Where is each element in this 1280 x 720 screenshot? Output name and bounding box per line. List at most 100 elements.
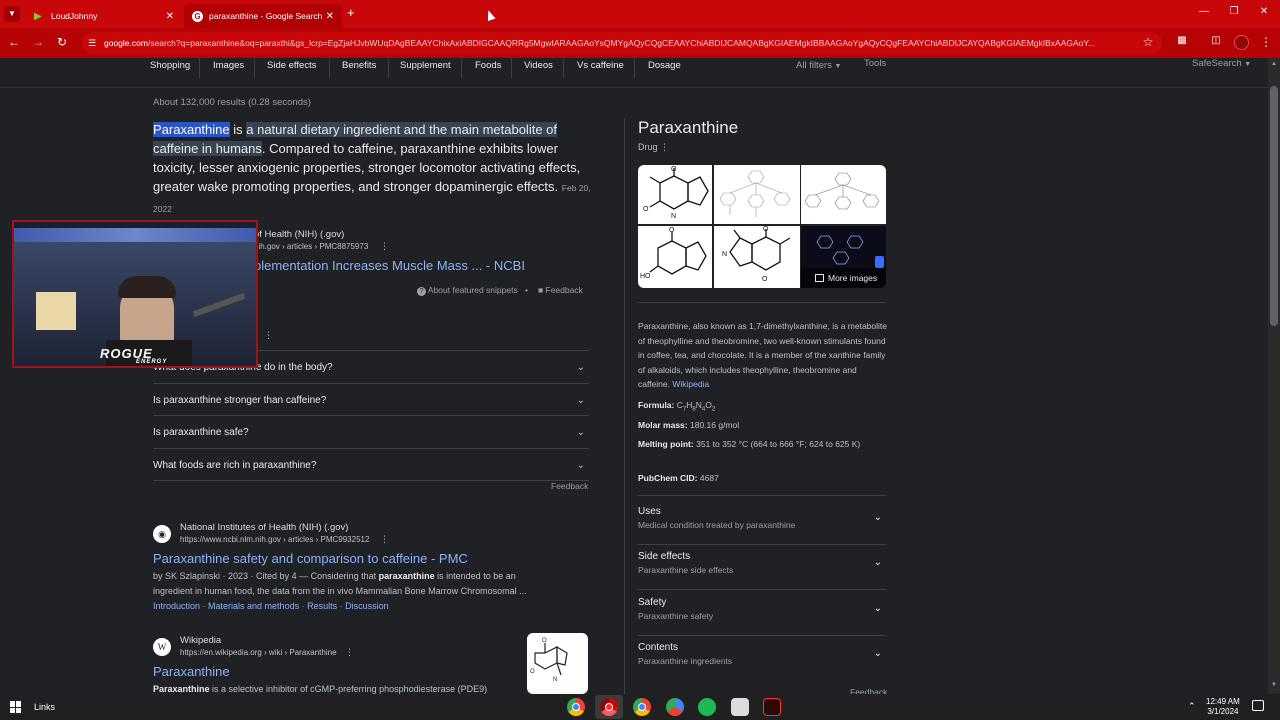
tab-google-search[interactable]: G paraxanthine - Google Search ✕ — [184, 4, 342, 28]
profile-avatar[interactable] — [1234, 35, 1249, 50]
kebab-menu-icon[interactable]: ⋮ — [264, 330, 273, 341]
featured-result-link[interactable]: plementation Increases Muscle Mass ... -… — [254, 258, 525, 273]
accordion-uses[interactable]: Uses Medical condition treated by paraxa… — [638, 500, 886, 545]
kebab-menu-icon[interactable]: ⋮ — [380, 241, 389, 252]
chrome-profile-icon[interactable] — [666, 698, 684, 716]
chip-supplement[interactable]: Supplement — [400, 60, 451, 71]
scroll-up-icon[interactable]: ▲ — [1271, 61, 1277, 67]
accordion-sub: Paraxanthine ingredients — [638, 656, 733, 666]
accordion-sub: Paraxanthine safety — [638, 611, 714, 621]
more-images-overlay[interactable]: More images — [801, 268, 886, 288]
scroll-down-icon[interactable]: ▼ — [1271, 682, 1277, 688]
result-title-link[interactable]: Paraxanthine — [153, 664, 230, 679]
accordion-side-effects[interactable]: Side effects Paraxanthine side effects ⌄ — [638, 545, 886, 590]
svg-text:O: O — [530, 669, 535, 675]
safesearch-button[interactable]: SafeSearch ▼ — [1192, 58, 1251, 69]
divider — [511, 58, 512, 78]
app-icon[interactable] — [731, 698, 749, 716]
kebab-menu-icon[interactable]: ⋮ — [660, 142, 669, 152]
chrome-red-icon[interactable] — [600, 698, 618, 716]
molecule-structure-icon: O O N — [643, 166, 709, 220]
svg-text:O: O — [643, 206, 649, 213]
restore-button[interactable]: ❐ — [1226, 6, 1242, 17]
chip-videos[interactable]: Videos — [524, 60, 553, 71]
image-icon — [815, 274, 824, 282]
play-icon: ▶ — [34, 10, 42, 22]
panel-image-5[interactable]: O O N — [714, 226, 800, 288]
windows-start-icon[interactable] — [10, 701, 22, 713]
scroll-thumb[interactable] — [1270, 86, 1278, 326]
close-icon[interactable]: ✕ — [166, 11, 174, 22]
new-tab-button[interactable]: + — [347, 5, 355, 20]
sitelink-materials[interactable]: Materials and methods — [208, 601, 299, 611]
panel-image-more[interactable]: More images — [801, 226, 886, 288]
panel-image-1[interactable]: O O N — [638, 165, 712, 224]
accordion-contents[interactable]: Contents Paraxanthine ingredients ⌄ — [638, 636, 886, 681]
notification-icon[interactable] — [1252, 700, 1264, 711]
snippet-term: Paraxanthine — [153, 122, 230, 137]
svg-text:N: N — [553, 677, 557, 683]
panel-image-2[interactable] — [714, 165, 800, 224]
chevron-up-icon[interactable]: ⌃ — [1188, 701, 1196, 712]
panel-image-3[interactable] — [801, 165, 886, 224]
accordion-safety[interactable]: Safety Paraxanthine safety ⌄ — [638, 591, 886, 636]
paa-item[interactable]: Is paraxanthine stronger than caffeine? ⌄ — [153, 383, 589, 416]
more-images-label: More images — [828, 273, 878, 283]
taskbar-clock[interactable]: 12:49 AM 3/1/2024 — [1206, 697, 1240, 717]
chrome-icon[interactable] — [633, 698, 651, 716]
paa-item[interactable]: What foods are rich in paraxanthine? ⌄ — [153, 448, 589, 481]
back-arrow-icon[interactable]: ← — [6, 35, 22, 49]
featured-feedback[interactable]: ■ Feedback — [538, 285, 583, 295]
kebab-menu-icon[interactable]: ⋮ — [345, 647, 354, 658]
tab-search-menu-button[interactable]: ▼ — [4, 6, 20, 22]
extensions-icon[interactable]: ▩ — [1174, 35, 1190, 46]
panel-description: Paraxanthine, also known as 1,7-dimethyl… — [638, 319, 888, 392]
sitelink-introduction[interactable]: Introduction — [153, 601, 200, 611]
all-filters-label: All filters — [796, 60, 832, 71]
svg-text:HO: HO — [640, 273, 651, 280]
chip-images[interactable]: Images — [213, 60, 244, 71]
sitelink-discussion[interactable]: Discussion — [345, 601, 389, 611]
panel-image-4[interactable]: O HO — [638, 226, 712, 288]
tab-loudjohnny[interactable]: ▶ LoudJohnny ✕ — [26, 4, 182, 28]
all-filters-button[interactable]: All filters ▼ — [796, 60, 841, 71]
page-scrollbar[interactable]: ▲ ▼ — [1268, 58, 1280, 694]
bookmark-star-icon[interactable]: ☆ — [1140, 35, 1156, 49]
kebab-menu-icon[interactable]: ⋮ — [1258, 35, 1274, 49]
paa-feedback[interactable]: Feedback — [551, 481, 588, 491]
chip-side-effects[interactable]: Side effects — [267, 60, 316, 71]
pubchem-label: PubChem CID: — [638, 473, 698, 483]
paa-item[interactable]: Is paraxanthine safe? ⌄ — [153, 415, 589, 448]
chip-dosage[interactable]: Dosage — [648, 60, 681, 71]
site-info-icon[interactable]: ☰ — [88, 32, 96, 54]
kebab-menu-icon[interactable]: ⋮ — [380, 534, 389, 545]
sitelink-results[interactable]: Results — [307, 601, 337, 611]
address-bar[interactable]: ☰ google.com/search?q=paraxanthine&oq=pa… — [82, 32, 1162, 54]
reload-icon[interactable]: ↻ — [54, 35, 70, 49]
forward-arrow-icon[interactable]: → — [30, 35, 46, 49]
app-icon[interactable] — [763, 698, 781, 716]
tools-button[interactable]: Tools — [864, 58, 886, 69]
chip-vs-caffeine[interactable]: Vs caffeine — [577, 60, 624, 71]
side-panel-icon[interactable]: ◫ — [1208, 35, 1224, 46]
chevron-down-icon: ▼ — [834, 63, 842, 70]
chip-benefits[interactable]: Benefits — [342, 60, 376, 71]
close-window-button[interactable]: ✕ — [1256, 6, 1272, 17]
result-line2: ingredient in human food, the data from … — [153, 586, 527, 596]
minimize-button[interactable]: — — [1196, 6, 1212, 17]
chip-shopping[interactable]: Shopping — [150, 60, 190, 71]
about-featured-snippets[interactable]: ? About featured snippets — [417, 285, 518, 296]
taskbar-links[interactable]: Links — [34, 702, 55, 712]
result-thumbnail[interactable]: O O N — [527, 633, 588, 694]
chrome-icon[interactable] — [567, 698, 585, 716]
result-url: https://www.ncbi.nlm.nih.gov › articles … — [180, 535, 370, 544]
chip-foods[interactable]: Foods — [475, 60, 501, 71]
formula-o: O — [705, 400, 712, 410]
close-icon[interactable]: ✕ — [326, 11, 334, 22]
clock-date: 3/1/2024 — [1207, 707, 1239, 716]
spotify-icon[interactable] — [698, 698, 716, 716]
wikipedia-link[interactable]: Wikipedia — [672, 379, 709, 389]
accordion-title: Side effects — [638, 551, 691, 562]
metabolism-diagram-icon — [804, 172, 880, 210]
result-title-link[interactable]: Paraxanthine safety and comparison to ca… — [153, 551, 468, 566]
